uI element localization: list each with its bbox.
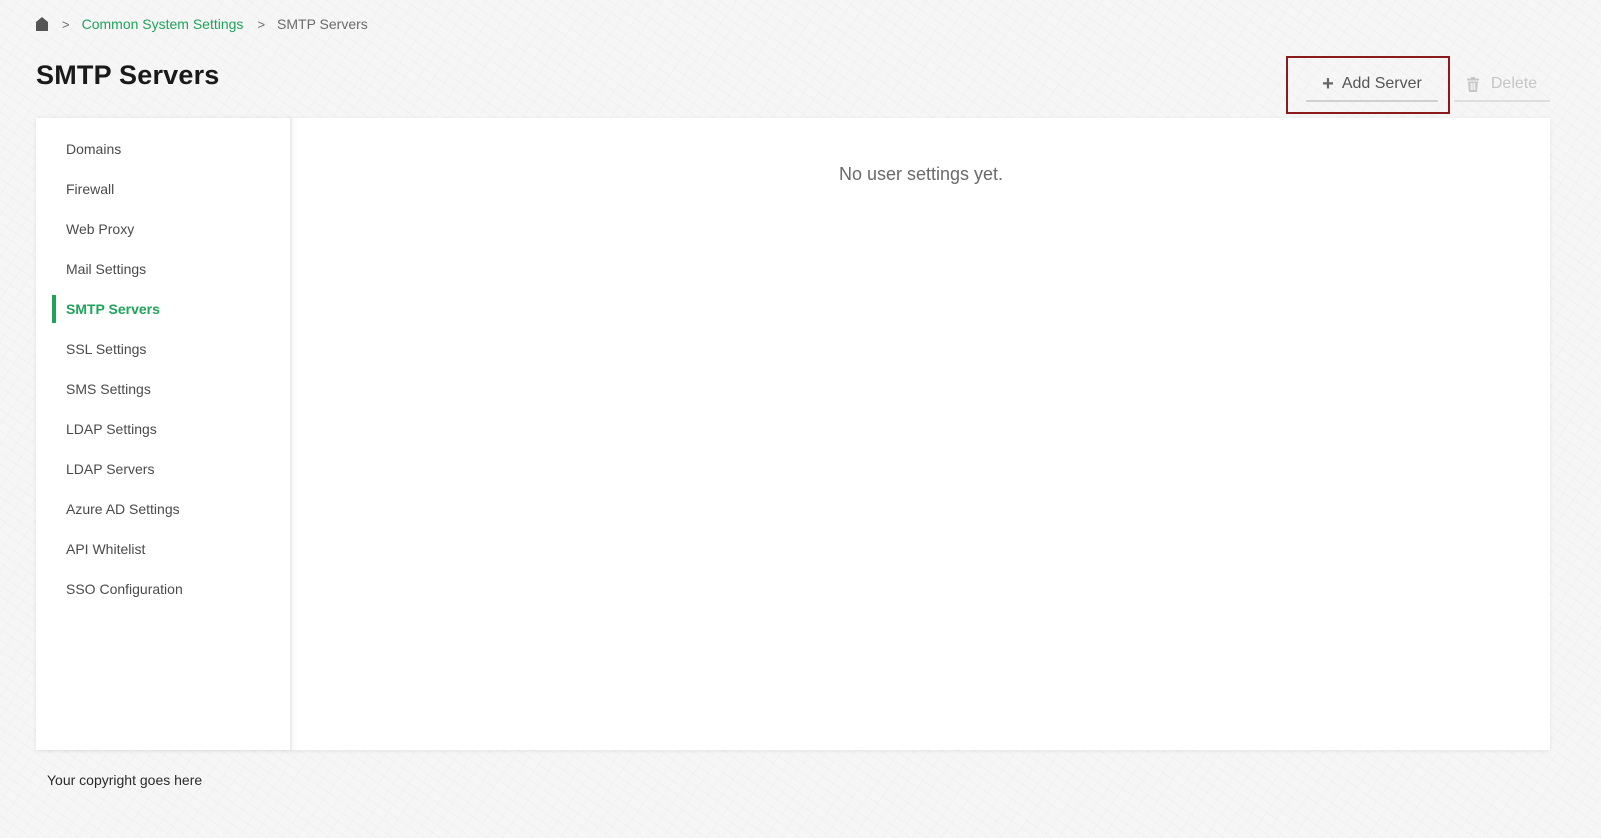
sidebar-item-firewall[interactable]: Firewall [36, 169, 290, 209]
add-server-label: Add Server [1341, 75, 1422, 92]
add-server-button[interactable]: + Add Server [1306, 68, 1438, 102]
breadcrumb-link-common-system-settings[interactable]: Common System Settings [82, 16, 244, 32]
empty-state-message: No user settings yet. [838, 164, 1004, 184]
sidebar-item-ssl-settings[interactable]: SSL Settings [36, 329, 290, 369]
home-icon[interactable] [36, 17, 48, 31]
sidebar-item-web-proxy[interactable]: Web Proxy [36, 209, 290, 249]
breadcrumb-separator: > [257, 16, 266, 32]
breadcrumb: > Common System Settings > SMTP Servers [36, 14, 368, 34]
delete-button[interactable]: Delete [1454, 68, 1550, 102]
delete-label: Delete [1490, 75, 1538, 92]
sidebar-item-api-whitelist[interactable]: API Whitelist [36, 529, 290, 569]
sidebar-item-smtp-servers[interactable]: SMTP Servers [36, 289, 290, 329]
sidebar-item-sso-configuration[interactable]: SSO Configuration [36, 569, 290, 609]
sidebar-item-azure-ad-settings[interactable]: Azure AD Settings [36, 489, 290, 529]
sidebar-item-ldap-servers[interactable]: LDAP Servers [36, 449, 290, 489]
page-title: SMTP Servers [36, 60, 220, 90]
footer-copyright: Your copyright goes here [47, 772, 203, 788]
sidebar-item-mail-settings[interactable]: Mail Settings [36, 249, 290, 289]
settings-sidebar: Domains Firewall Web Proxy Mail Settings… [36, 118, 292, 750]
plus-icon: + [1322, 73, 1334, 95]
trash-icon [1466, 76, 1479, 92]
sidebar-item-domains[interactable]: Domains [36, 129, 290, 169]
breadcrumb-current: SMTP Servers [277, 16, 368, 32]
breadcrumb-separator: > [62, 16, 70, 32]
settings-card: Domains Firewall Web Proxy Mail Settings… [36, 118, 1550, 750]
smtp-servers-content: No user settings yet. [292, 118, 1550, 750]
sidebar-item-sms-settings[interactable]: SMS Settings [36, 369, 290, 409]
sidebar-item-ldap-settings[interactable]: LDAP Settings [36, 409, 290, 449]
